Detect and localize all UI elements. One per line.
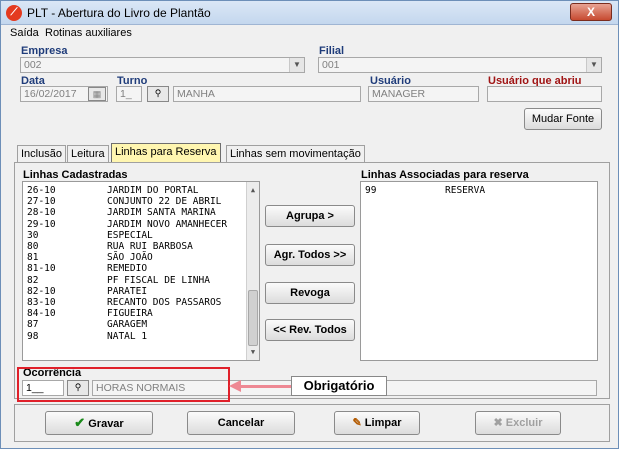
main-window: ⟋ PLT - Abertura do Livro de Plantão X S…: [0, 0, 619, 449]
row-name: REMEDIO: [107, 263, 148, 275]
row-code: 83-10: [27, 297, 56, 308]
menu-saida[interactable]: Saída: [10, 27, 39, 39]
excluir-label: Excluir: [505, 417, 543, 429]
row-code: 84-10: [27, 308, 56, 320]
row-name: PARATEI: [107, 285, 148, 297]
scroll-up-icon[interactable]: ▲: [247, 184, 259, 196]
cancelar-label: Cancelar: [217, 417, 265, 429]
row-name: RECANTO DOS PASSAROS: [107, 297, 222, 308]
menu-rotinas-auxiliares[interactable]: Rotinas auxiliares: [45, 27, 132, 39]
rev-todos-label: << Rev. Todos: [273, 324, 347, 336]
app-logo-icon: ⟋: [6, 5, 22, 21]
tab-leitura[interactable]: Leitura: [67, 145, 109, 163]
limpar-label: Limpar: [364, 417, 402, 429]
agrupa-label: Agrupa >: [286, 210, 334, 222]
scroll-thumb[interactable]: [248, 290, 258, 346]
row-code: 98: [27, 330, 39, 342]
row-code: 30: [27, 229, 39, 241]
row-name: RESERVA: [445, 185, 486, 196]
calendar-icon[interactable]: ▦: [88, 87, 106, 101]
row-name: ESPECIAL: [107, 229, 153, 241]
tab-linhas-para-reserva[interactable]: Linhas para Reserva: [111, 143, 221, 163]
title-bar: ⟋ PLT - Abertura do Livro de Plantão X: [1, 1, 618, 25]
gravar-label: Gravar: [88, 418, 124, 430]
chevron-down-icon[interactable]: ▼: [289, 58, 304, 72]
revoga-label: Revoga: [290, 287, 330, 299]
row-code: 28-10: [27, 207, 56, 219]
row-code: 81-10: [27, 263, 56, 275]
required-highlight-box: [17, 367, 230, 402]
tab-linhas-sem-movimentacao[interactable]: Linhas sem movimentação: [226, 145, 365, 163]
row-code: 80: [27, 241, 39, 252]
agr-todos-button[interactable]: Agr. Todos >>: [265, 244, 355, 266]
turno-code-input[interactable]: 1_: [116, 86, 142, 102]
broom-icon: ✎: [352, 417, 362, 429]
row-name: JARDIM DO PORTAL: [107, 185, 199, 196]
delete-icon: ✖: [493, 417, 503, 429]
agrupa-button[interactable]: Agrupa >: [265, 205, 355, 227]
gravar-button[interactable]: ✔ Gravar: [45, 411, 153, 435]
row-code: 99: [365, 185, 377, 196]
menu-bar: Saída Rotinas auxiliares: [1, 25, 618, 43]
limpar-button[interactable]: ✎ Limpar: [334, 411, 420, 435]
scroll-down-icon[interactable]: ▼: [247, 346, 259, 358]
row-code: 81: [27, 252, 39, 264]
data-value: 16/02/2017: [24, 88, 77, 100]
rev-todos-button[interactable]: << Rev. Todos: [265, 319, 355, 341]
linhas-associadas-title: Linhas Associadas para reserva: [361, 169, 529, 181]
row-code: 26-10: [27, 185, 56, 196]
filial-select[interactable]: 001 ▼: [318, 57, 602, 73]
window-title: PLT - Abertura do Livro de Plantão: [27, 6, 211, 20]
empresa-value: 002: [24, 59, 42, 71]
mudar-fonte-button[interactable]: Mudar Fonte: [524, 108, 602, 130]
row-name: CONJUNTO 22 DE ABRIL: [107, 196, 222, 208]
row-name: JARDIM SANTA MARINA: [107, 207, 216, 219]
agr-todos-label: Agr. Todos >>: [273, 249, 347, 261]
callout-arrow-line: [239, 385, 291, 388]
empresa-select[interactable]: 002 ▼: [20, 57, 305, 73]
obrigatorio-callout: Obrigatório: [291, 376, 387, 396]
close-button[interactable]: X: [570, 3, 612, 21]
checkmark-icon: ✔: [74, 415, 86, 430]
usuario-que-abriu-field: [487, 86, 602, 102]
row-code: 82-10: [27, 285, 56, 297]
turno-name-field: MANHA: [173, 86, 361, 102]
row-code: 27-10: [27, 196, 56, 208]
left-list-scrollbar[interactable]: ▲ ▼: [246, 182, 259, 360]
row-name: JARDIM NOVO AMANHECER: [107, 218, 228, 230]
data-field[interactable]: 16/02/2017 ▦: [20, 86, 108, 102]
row-code: 87: [27, 319, 39, 331]
usuario-field: MANAGER: [368, 86, 479, 102]
empresa-label: Empresa: [21, 45, 68, 57]
row-name: GARAGEM: [107, 319, 148, 331]
linhas-cadastradas-list[interactable]: 26-10 JARDIM DO PORTAL 27-10 CONJUNTO 22 DE…: [22, 181, 260, 361]
tab-inclusao[interactable]: Inclusão: [17, 145, 66, 163]
row-name: NATAL 1: [107, 330, 148, 342]
chevron-down-icon[interactable]: ▼: [586, 58, 601, 72]
row-name: FIGUEIRA: [107, 308, 153, 320]
row-name: RUA RUI BARBOSA: [107, 241, 193, 252]
linhas-associadas-list[interactable]: 99 RESERVA: [360, 181, 598, 361]
filial-label: Filial: [319, 45, 345, 57]
cancelar-button[interactable]: Cancelar: [187, 411, 295, 435]
excluir-button[interactable]: ✖ Excluir: [475, 411, 561, 435]
binoculars-icon[interactable]: ⚲: [147, 86, 169, 102]
filial-value: 001: [322, 59, 340, 71]
linhas-cadastradas-title: Linhas Cadastradas: [23, 169, 128, 181]
row-code: 29-10: [27, 218, 56, 230]
row-name: SÃO JOÃO: [107, 252, 153, 264]
row-name: PF FISCAL DE LINHA: [107, 274, 210, 286]
row-code: 82: [27, 274, 39, 286]
revoga-button[interactable]: Revoga: [265, 282, 355, 304]
